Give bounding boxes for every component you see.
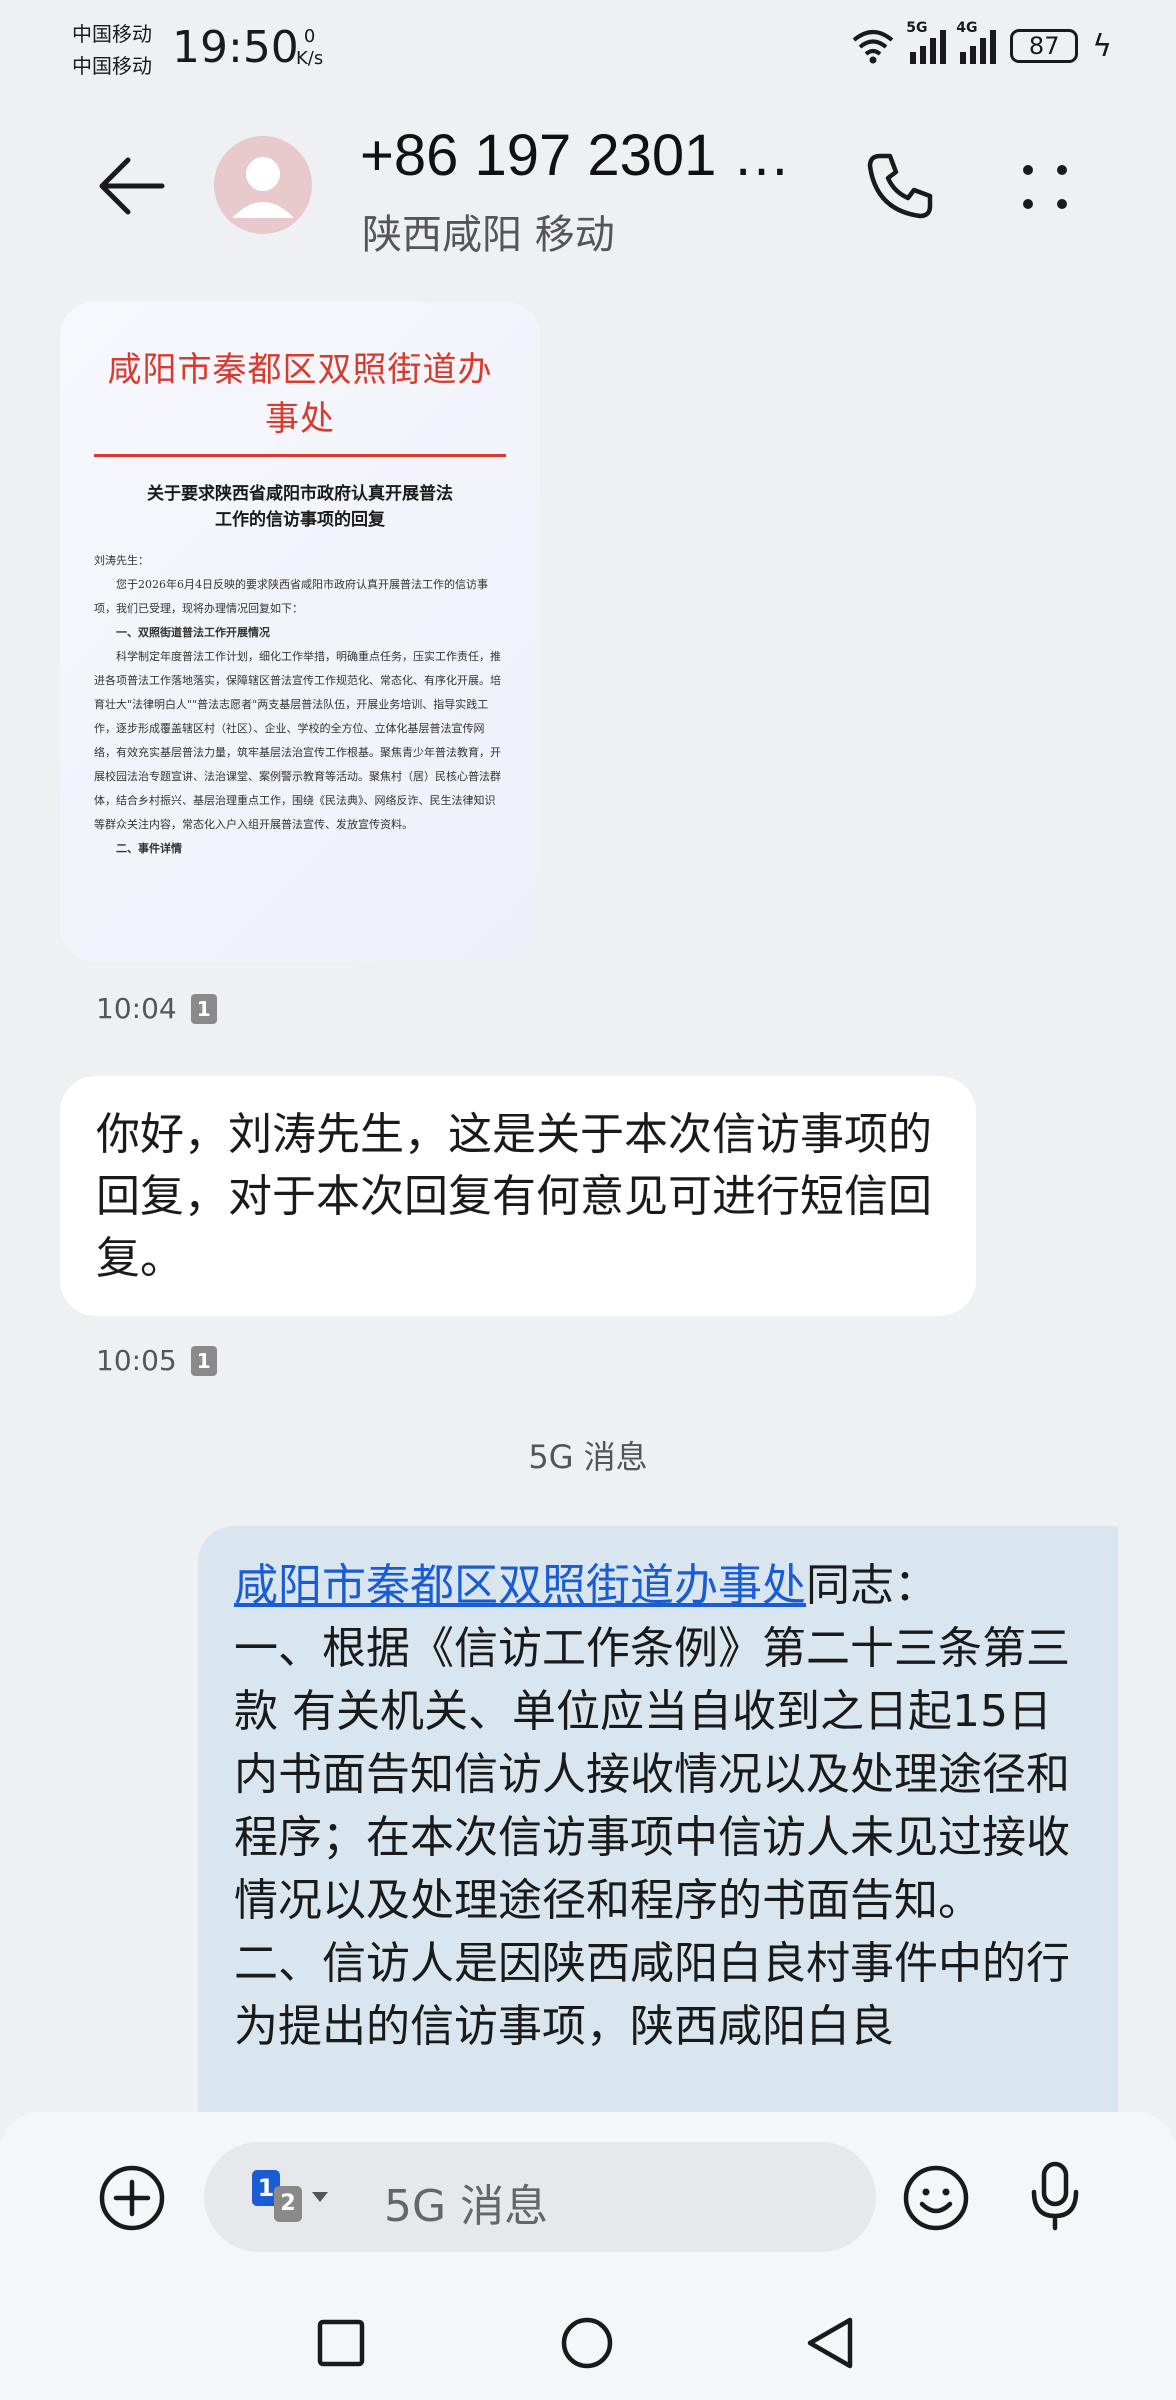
avatar[interactable]: [214, 136, 312, 234]
add-circle-icon[interactable]: [96, 2162, 168, 2234]
timestamp-text: 10:05: [96, 1344, 177, 1377]
more-dots-icon[interactable]: [1010, 152, 1080, 222]
signal-4g-icon: 4G: [956, 20, 997, 64]
signal-4g-label: 4G: [956, 20, 978, 36]
chevron-down-icon: [312, 2192, 328, 2202]
sim-card-icon: 1: [190, 993, 217, 1024]
document-image: 咸阳市秦都区双照街道办事处 关于要求陕西省咸阳市政府认真开展普法 工作的信访事项…: [60, 302, 540, 962]
status-icons: 5G 4G 87 ϟ: [850, 20, 1112, 64]
text-message[interactable]: 你好，刘涛先生，这是关于本次信访事项的回复，对于本次回复有何意见可进行短信回复。: [60, 1076, 976, 1316]
message-input[interactable]: 1 2 5G 消息: [204, 2142, 876, 2252]
doc-title-line2: 工作的信访事项的回复: [215, 510, 385, 530]
compose-bar: 1 2 5G 消息: [0, 2112, 1176, 2280]
back-triangle-icon[interactable]: [804, 2314, 856, 2372]
sim-secondary-badge: 2: [274, 2186, 302, 2222]
conversation-header: +86 197 2301 … 陕西咸阳 移动: [0, 110, 1176, 260]
carrier-1: 中国移动: [72, 22, 152, 46]
sim-card-icon: 1: [190, 1345, 217, 1376]
status-clock: 19:50: [172, 22, 299, 73]
emoji-icon[interactable]: [900, 2162, 972, 2234]
sender-link[interactable]: 咸阳市秦都区双照街道办事处: [234, 1560, 806, 1611]
input-placeholder: 5G 消息: [384, 2181, 549, 2232]
net-speed-unit: K/s: [296, 48, 324, 69]
carrier-info: 中国移动 中国移动: [72, 18, 152, 82]
rcs-body-text: 一、根据《信访工作条例》第二十三条第三款 有关机关、单位应当自收到之日起15日内…: [234, 1623, 1070, 2052]
doc-section2: 二、事件详情: [116, 842, 182, 855]
doc-para1: 您于2026年6月4日反映的要求陕西省咸阳市政府认真开展普法工作的信访事项，我们…: [94, 578, 488, 615]
message-timestamp: 10:04 1: [96, 992, 217, 1025]
microphone-icon[interactable]: [1020, 2158, 1090, 2234]
signal-5g-label: 5G: [906, 20, 928, 36]
sim-switch-icon[interactable]: 1 2: [252, 2170, 332, 2226]
net-speed-value: 0: [303, 26, 316, 47]
doc-title-line1: 关于要求陕西省咸阳市政府认真开展普法: [147, 484, 453, 504]
image-message[interactable]: 咸阳市秦都区双照街道办事处 关于要求陕西省咸阳市政府认真开展普法 工作的信访事项…: [60, 302, 540, 962]
doc-section1: 一、双照街道普法工作开展情况: [116, 626, 270, 639]
signal-5g-icon: 5G: [906, 20, 947, 64]
contact-location: 陕西咸阳 移动: [362, 212, 615, 258]
recents-square-icon[interactable]: [316, 2318, 366, 2368]
back-arrow-icon[interactable]: [96, 150, 168, 222]
charging-icon: ϟ: [1092, 28, 1112, 64]
salutation-text: 同志：: [806, 1560, 938, 1611]
status-bar: 中国移动 中国移动 19:50 0 K/s 5G 4G 87 ϟ: [0, 0, 1176, 100]
battery-icon: 87: [1010, 29, 1079, 63]
message-timestamp: 10:05 1: [96, 1344, 217, 1377]
system-nav-bar: [0, 2280, 1176, 2400]
contact-number[interactable]: +86 197 2301 …: [360, 122, 791, 189]
carrier-2: 中国移动: [72, 54, 152, 78]
doc-body: 刘涛先生： 您于2026年6月4日反映的要求陕西省咸阳市政府认真开展普法工作的信…: [94, 549, 506, 861]
net-speed: 0 K/s: [296, 26, 323, 70]
message-type-divider: 5G 消息: [528, 1438, 648, 1476]
timestamp-text: 10:04: [96, 992, 177, 1025]
home-circle-icon[interactable]: [560, 2316, 614, 2370]
phone-icon[interactable]: [862, 148, 938, 224]
doc-header: 咸阳市秦都区双照街道办事处: [107, 350, 493, 439]
wifi-icon: [852, 30, 894, 64]
doc-red-rule: [94, 454, 506, 457]
avatar-person-icon: [232, 157, 294, 218]
doc-para2: 科学制定年度普法工作计划，细化工作举措，明确重点任务，压实工作责任，推进各项普法…: [94, 650, 501, 831]
doc-title: 关于要求陕西省咸阳市政府认真开展普法 工作的信访事项的回复: [94, 481, 506, 533]
doc-greeting: 刘涛先生：: [94, 554, 149, 567]
